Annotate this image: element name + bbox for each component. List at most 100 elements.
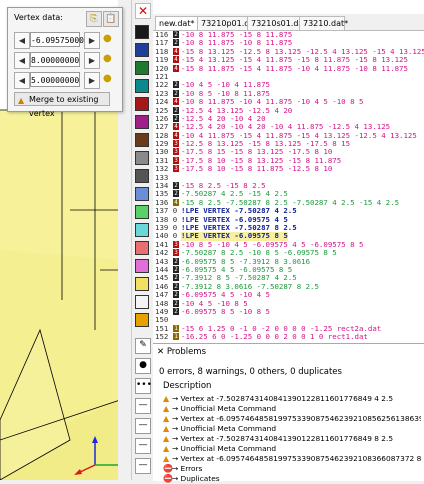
tab-1[interactable]: 73210p01.dat — [197, 16, 257, 30]
increment-x-button[interactable]: ▶ — [84, 32, 100, 49]
tab-bar: new.dat* 73210p01.dat 73210s01.dat* 73210.d… — [153, 14, 424, 31]
problem-text: → Vertex at -6.0957464858199753390875462… — [172, 414, 421, 423]
line-icon[interactable]: — — [135, 458, 151, 474]
line-icon[interactable]: — — [135, 398, 151, 414]
line-text: -17.5 8 10 -15 8 11.875 -12.5 8 10 — [181, 164, 333, 174]
decrement-y-button[interactable]: ◀ — [14, 52, 30, 69]
line-icon[interactable]: — — [135, 438, 151, 454]
problem-text: → Vertex at -7.5028743140841390122811601… — [172, 394, 394, 403]
line-type-icon: 2 — [173, 114, 179, 122]
close-icon[interactable]: ✕ — [135, 3, 151, 19]
line-type-icon: 2 — [173, 39, 179, 47]
color-swatch[interactable] — [135, 313, 149, 327]
line-type-icon: 2 — [173, 31, 179, 38]
line-type-icon: 4 — [173, 64, 179, 72]
line-type-icon: 4 — [173, 123, 179, 131]
vertex-data-panel: Vertex data: ⎘ 📋 ◀ -6.09575000 ▶ ● ◀ 8.0… — [7, 7, 123, 118]
line-type-icon: 3 — [173, 249, 179, 257]
color-palette: ✕ ✎ ● ••• — — — — — [131, 0, 152, 480]
color-swatch[interactable] — [135, 169, 149, 183]
warning-icon: ▲ — [18, 96, 25, 105]
line-text: -6.09575 8 5 -10 8 5 — [181, 306, 270, 316]
line-type-icon: 3 — [173, 156, 179, 164]
line-type-icon: 2 — [173, 190, 179, 198]
color-swatch[interactable] — [135, 43, 149, 57]
problem-text: → Duplicates — [172, 474, 220, 483]
line-type-icon: 2 — [173, 299, 179, 307]
increment-z-button[interactable]: ▶ — [84, 72, 100, 89]
merge-to-existing-vertex-button[interactable]: ▲ Merge to existing vertex — [14, 92, 110, 118]
vertex-data-title: Vertex data: — [14, 13, 63, 22]
description-header: Description — [163, 381, 212, 391]
problem-text: → Unofficial Meta Command — [172, 404, 277, 413]
tab-2[interactable]: 73210s01.dat* — [247, 16, 310, 30]
vertex-y-field[interactable]: 8.00000000 — [30, 52, 80, 67]
line-type-icon: 2 — [173, 265, 179, 273]
problems-panel: ✕ Problems 0 errors, 8 warnings, 0 other… — [153, 343, 424, 484]
problem-text: → Errors — [172, 464, 203, 473]
code-line[interactable]: 149 2 2 -6.09575 8 5 -10 8 5 — [153, 306, 424, 316]
color-swatch[interactable] — [135, 97, 149, 111]
eyedropper-icon[interactable]: ✎ — [135, 338, 151, 354]
problem-row[interactable]: ⛔→ Duplicates — [163, 473, 421, 484]
line-type-icon: 2 — [173, 257, 179, 265]
line-type-icon: 2 — [173, 307, 179, 315]
text-editor[interactable]: new.dat* 73210p01.dat 73210s01.dat* 73210.d… — [153, 0, 424, 343]
lightbulb-icon[interactable]: ● — [103, 33, 112, 44]
color-swatch[interactable] — [135, 277, 149, 291]
problem-text: → Unofficial Meta Command — [172, 444, 277, 453]
color-swatch[interactable] — [135, 79, 149, 93]
lightbulb-icon[interactable]: ● — [103, 73, 112, 84]
line-type-icon: 2 — [173, 106, 179, 114]
line-type-icon: 3 — [173, 165, 179, 173]
code-line[interactable]: 132 3 3 -17.5 8 10 -15 8 11.875 -12.5 8 10 — [153, 164, 424, 174]
color-swatch[interactable] — [135, 133, 149, 147]
increment-y-button[interactable]: ▶ — [84, 52, 100, 69]
color-swatch[interactable] — [135, 259, 149, 273]
problems-title: ✕ Problems — [157, 347, 207, 357]
color-swatch[interactable] — [135, 295, 149, 309]
color-swatch[interactable] — [135, 223, 149, 237]
code-line[interactable]: 120 4 4 -15 8 11.875 -15 4 11.875 -10 4 11… — [153, 63, 424, 73]
dots-icon[interactable]: ••• — [135, 378, 152, 394]
vertex-y-row: ◀ 8.00000000 ▶ ● — [14, 52, 114, 69]
vertex-z-row: ◀ 5.00000000 ▶ ● — [14, 72, 114, 89]
line-text: -16.25 6 0 -1.25 0 0 0 2 0 0 1 0 rect1.d… — [181, 332, 368, 342]
line-type-icon: 2 — [173, 282, 179, 290]
line-icon[interactable]: — — [135, 418, 151, 434]
color-swatch[interactable] — [135, 187, 149, 201]
brush-icon[interactable]: ● — [135, 358, 151, 374]
decrement-x-button[interactable]: ◀ — [14, 32, 30, 49]
copy-icon[interactable]: ⎘ — [86, 11, 102, 27]
line-type-icon: 4 — [173, 98, 179, 106]
color-swatch[interactable] — [135, 61, 149, 75]
color-swatch[interactable] — [135, 151, 149, 165]
problem-text: → Vertex at -6.0957464858199753390875462… — [172, 454, 421, 463]
line-type-icon: 2 — [173, 182, 179, 190]
decrement-z-button[interactable]: ◀ — [14, 72, 30, 89]
color-swatch[interactable] — [135, 115, 149, 129]
line-type-icon: 2 — [173, 291, 179, 299]
line-type-icon: 4 — [173, 47, 179, 55]
tab-0[interactable]: new.dat* — [155, 16, 199, 30]
color-swatch[interactable] — [135, 25, 149, 39]
vertex-z-field[interactable]: 5.00000000 — [30, 72, 80, 87]
vertex-x-field[interactable]: -6.09575000 — [30, 32, 84, 47]
color-swatch[interactable] — [135, 241, 149, 255]
error-icon: ⛔ — [163, 474, 173, 483]
paste-icon[interactable]: 📋 — [103, 11, 119, 27]
tab-3[interactable]: 73210.dat* — [299, 16, 348, 30]
line-type-icon: 2 — [173, 274, 179, 282]
code-line[interactable]: 152 1 1 -16.25 6 0 -1.25 0 0 0 2 0 0 1 0 r… — [153, 332, 424, 342]
problem-text: → Unofficial Meta Command — [172, 424, 277, 433]
color-swatch[interactable] — [135, 205, 149, 219]
line-type-icon: 4 — [173, 198, 179, 206]
code-area[interactable]: 116 2 2 -10 8 11.875 -15 8 11.875 117 2 2 -10… — [153, 30, 424, 342]
line-type-icon: 2 — [173, 89, 179, 97]
line-type-icon: 3 — [173, 148, 179, 156]
line-type-icon: 1 — [173, 333, 179, 341]
lightbulb-icon[interactable]: ● — [103, 53, 112, 64]
line-type-icon: 4 — [173, 131, 179, 139]
line-text: -15 8 11.875 -15 4 11.875 -10 4 11.875 -… — [181, 63, 408, 73]
problem-text: → Vertex at -7.5028743140841390122811601… — [172, 434, 394, 443]
